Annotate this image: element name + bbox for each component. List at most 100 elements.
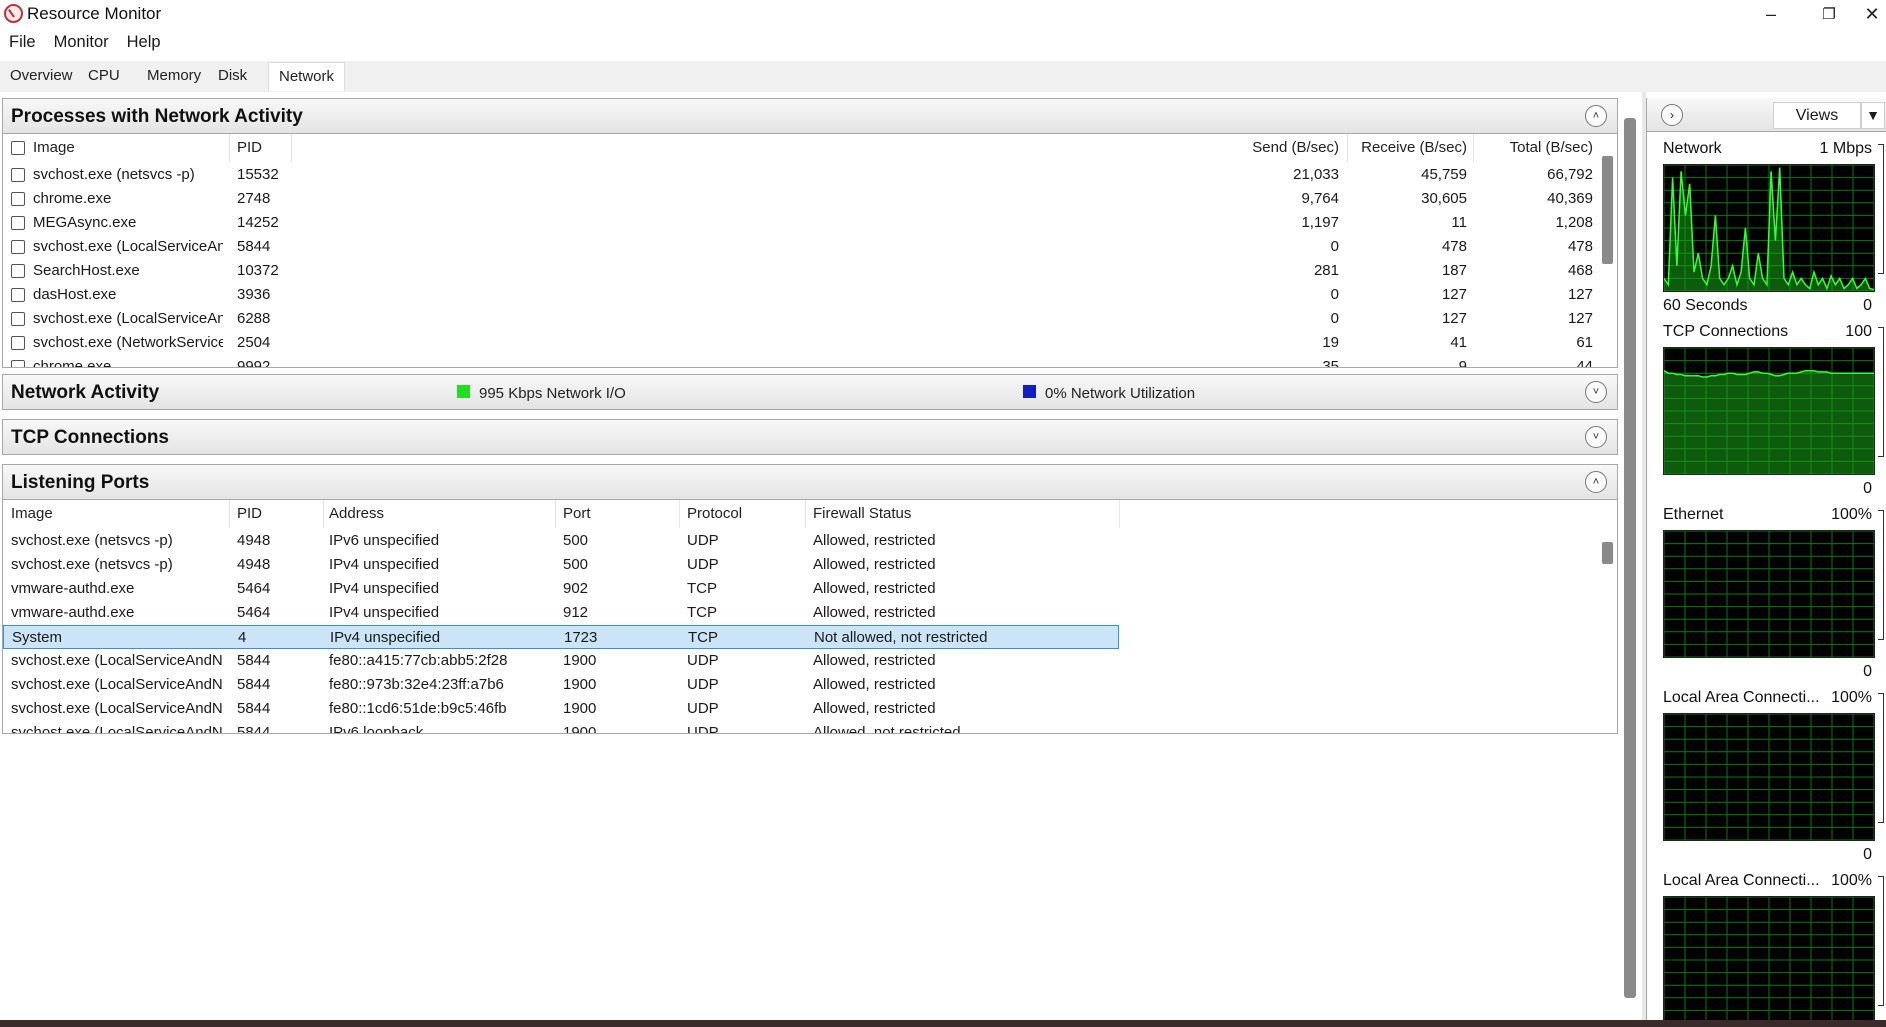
row-checkbox[interactable] [11,288,25,302]
cell-pid: 3936 [237,286,271,303]
table-row[interactable]: svchost.exe (NetworkService... 2504 19 41 61 [3,331,1617,355]
column-divider[interactable] [1347,134,1348,162]
row-checkbox[interactable] [11,336,25,350]
table-row[interactable]: svchost.exe (LocalServiceAndN... 5844 fe80… [3,673,1119,697]
tab-disk[interactable]: Disk [218,64,247,90]
column-divider[interactable] [1119,500,1120,528]
tab-memory[interactable]: Memory [147,64,201,90]
views-button[interactable]: Views [1773,102,1861,129]
cell-image: svchost.exe (LocalServiceAn... [33,310,223,327]
listening-ports-scroll-thumb[interactable] [1602,542,1613,564]
processes-scroll-thumb[interactable] [1602,156,1613,264]
table-row[interactable]: SearchHost.exe 10372 281 187 468 [3,259,1617,283]
table-row[interactable]: MEGAsync.exe 14252 1,197 11 1,208 [3,211,1617,235]
close-button[interactable]: ✕ [1858,0,1886,28]
column-header-address[interactable]: Address [329,500,384,528]
cell-port: 1900 [563,700,597,717]
graph-series-fill [1664,370,1874,474]
column-divider[interactable] [555,500,556,528]
views-dropdown-arrow[interactable]: ▼ [1861,102,1885,129]
cell-image: svchost.exe (LocalServiceAndN... [11,652,223,669]
table-row[interactable]: svchost.exe (netsvcs -p) 4948 IPv4 unspeci… [3,553,1119,577]
graph-plot [1663,164,1875,292]
row-checkbox[interactable] [11,312,25,326]
column-header-image[interactable]: Image [11,500,53,528]
processes-scrollbar[interactable] [1599,134,1615,366]
column-header-send[interactable]: Send (B/sec) [1183,134,1339,162]
table-row[interactable]: svchost.exe (LocalServiceAn... 5844 0 478 47… [3,235,1617,259]
cell-pid: 5844 [237,652,271,669]
column-header-port[interactable]: Port [563,500,591,528]
cell-protocol: TCP [687,580,717,597]
left-content-area: Processes with Network Activity ˄ Image … [0,92,1644,1020]
cell-protocol: TCP [688,629,718,646]
graph-title: Ethernet [1663,506,1724,523]
main-scrollbar[interactable] [1622,98,1640,1002]
listening-ports-section-header[interactable]: Listening Ports ˄ [2,464,1618,500]
row-checkbox[interactable] [11,240,25,254]
cell-send: 0 [1330,310,1339,327]
listening-ports-scrollbar[interactable] [1599,500,1615,732]
table-row[interactable]: chrome.exe 9992 35 9 44 [3,355,1617,367]
tcp-connections-section-header[interactable]: TCP Connections ˅ [2,419,1618,455]
row-checkbox[interactable] [11,360,25,367]
column-header-pid[interactable]: PID [237,134,262,162]
row-checkbox[interactable] [11,192,25,206]
processes-section-header[interactable]: Processes with Network Activity ˄ [2,98,1618,134]
cell-send: 21,033 [1293,166,1339,183]
menu-file[interactable]: File [0,30,45,56]
row-checkbox[interactable] [11,216,25,230]
column-header-image[interactable]: Image [33,134,75,162]
table-row[interactable]: svchost.exe (LocalServiceAndN... 5844 fe80… [3,649,1119,673]
processes-collapse-button[interactable]: ˄ [1585,105,1607,127]
table-row[interactable]: vmware-authd.exe 5464 IPv4 unspecified 912 T… [3,601,1119,625]
menu-help[interactable]: Help [118,30,170,56]
column-divider[interactable] [805,500,806,528]
maximize-button[interactable]: ❐ [1800,0,1858,28]
table-row[interactable]: System 4 IPv4 unspecified 1723 TCP Not allowe… [3,625,1119,649]
table-row[interactable]: svchost.exe (netsvcs -p) 4948 IPv6 unspeci… [3,529,1119,553]
table-row[interactable]: chrome.exe 2748 9,764 30,605 40,369 [3,187,1617,211]
main-scroll-thumb[interactable] [1624,118,1636,998]
column-header-protocol[interactable]: Protocol [687,500,742,528]
column-header-firewall-status[interactable]: Firewall Status [813,500,911,528]
tcp-connections-expand-button[interactable]: ˅ [1585,426,1607,448]
graph-canvas [1664,348,1874,474]
column-divider[interactable] [323,500,324,528]
cell-image: svchost.exe (LocalServiceAndN... [11,700,223,717]
column-divider[interactable] [1473,134,1474,162]
minimize-button[interactable]: – [1742,0,1800,28]
cell-port: 912 [563,604,589,621]
tab-network[interactable]: Network [268,62,346,91]
tab-overview[interactable]: Overview [10,64,73,90]
cell-port: 500 [563,556,589,573]
column-header-pid[interactable]: PID [237,500,262,528]
cell-send: 19 [1322,334,1339,351]
network-activity-expand-button[interactable]: ˅ [1585,381,1607,403]
column-header-receive[interactable]: Receive (B/sec) [1353,134,1467,162]
cell-total: 40,369 [1547,190,1593,207]
row-checkbox[interactable] [11,264,25,278]
column-header-total[interactable]: Total (B/sec) [1479,134,1593,162]
row-checkbox[interactable] [11,168,25,182]
graph-canvas [1664,714,1874,840]
cell-address: fe80::a415:77cb:abb5:2f28 [329,652,508,669]
select-all-checkbox[interactable] [11,141,25,155]
network-activity-section-header[interactable]: Network Activity 995 Kbps Network I/O 0%… [2,374,1618,410]
listening-ports-collapse-button[interactable]: ˄ [1585,471,1607,493]
column-divider[interactable] [291,134,292,162]
column-divider[interactable] [679,500,680,528]
table-row[interactable]: dasHost.exe 3936 0 127 127 [3,283,1617,307]
menu-monitor[interactable]: Monitor [45,30,118,56]
tab-cpu[interactable]: CPU [88,64,120,90]
column-divider[interactable] [229,134,230,162]
expand-graphs-button[interactable]: › [1661,104,1683,126]
column-divider[interactable] [229,500,230,528]
cell-firewall-status: Allowed, restricted [813,676,936,693]
table-row[interactable]: svchost.exe (LocalServiceAn... 6288 0 127 12… [3,307,1617,331]
table-row[interactable]: svchost.exe (LocalServiceAndN... 5844 fe80… [3,697,1119,721]
table-row[interactable]: vmware-authd.exe 5464 IPv4 unspecified 902 T… [3,577,1119,601]
cell-image: svchost.exe (LocalServiceAndN... [11,676,223,693]
table-row[interactable]: svchost.exe (netsvcs -p) 15532 21,033 45,75… [3,163,1617,187]
table-row[interactable]: svchost.exe (LocalServiceAndN... 5844 IPv6… [3,721,1119,733]
